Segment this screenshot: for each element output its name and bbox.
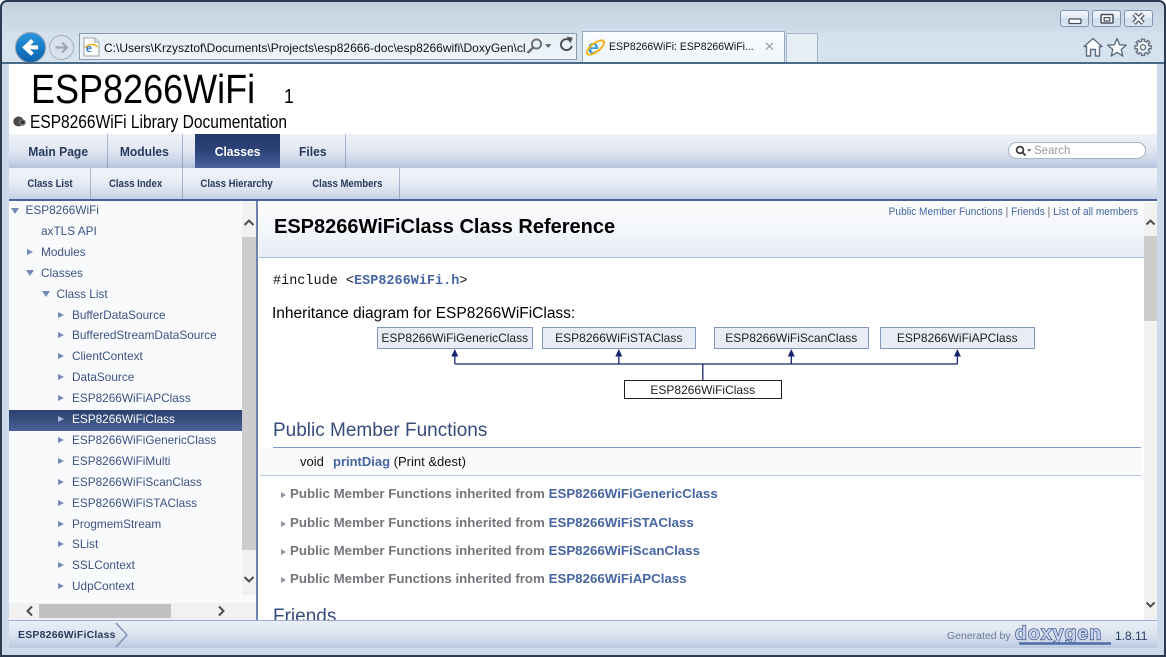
svg-text:doxygen: doxygen (1015, 623, 1102, 645)
svg-text:e: e (86, 40, 92, 55)
